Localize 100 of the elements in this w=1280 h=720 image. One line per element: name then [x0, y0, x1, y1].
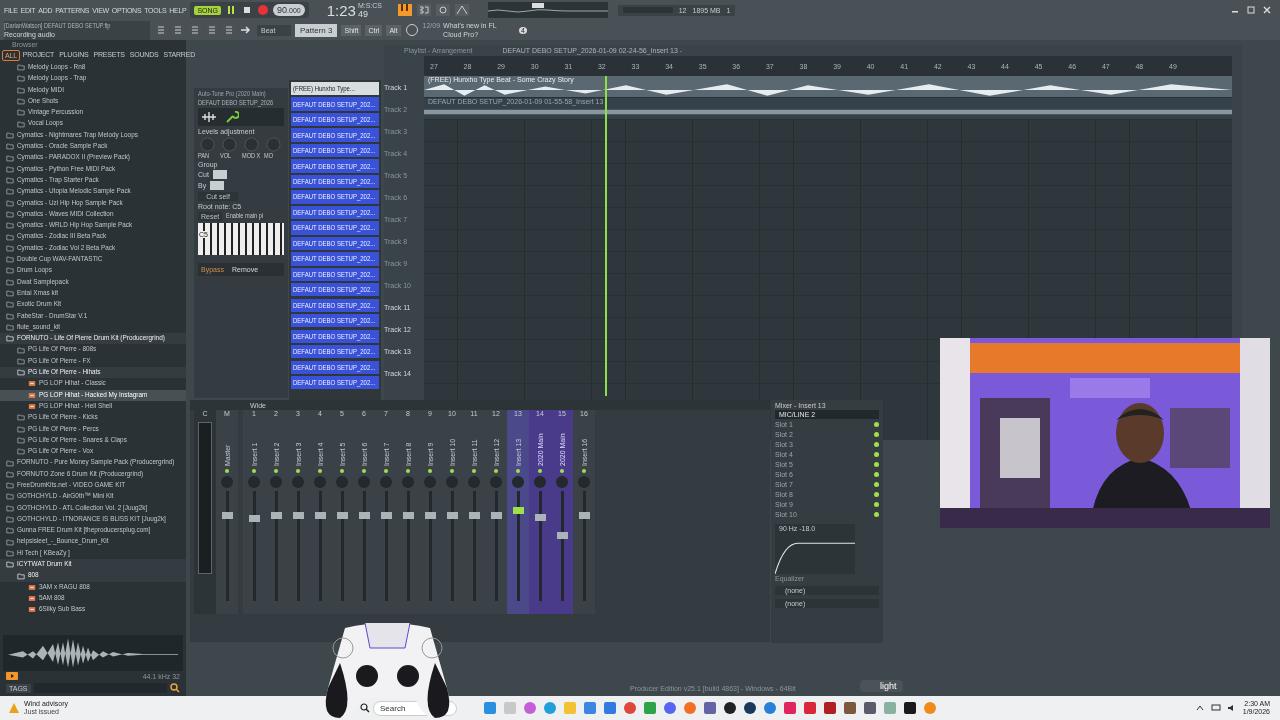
led-indicator[interactable] — [362, 469, 366, 473]
slot-enable-led[interactable] — [874, 432, 879, 437]
folder-item[interactable]: PG Life Of Pierre - Snares & Claps — [28, 434, 127, 444]
pan-knob[interactable] — [512, 476, 524, 488]
led-indicator[interactable] — [406, 469, 410, 473]
folder-item[interactable]: PG Life Of Pierre - Vox — [28, 446, 94, 456]
folder-item[interactable]: FreeDrumKits.net - VIDEO GAME KIT — [17, 480, 126, 489]
folder-item[interactable]: Gunna FREE Drum Kit [theproducersplug.com] — [17, 525, 151, 535]
restore-icon[interactable] — [1246, 5, 1256, 15]
led-indicator[interactable] — [296, 469, 300, 473]
slot-enable-led[interactable] — [874, 492, 879, 497]
pattern-selector[interactable]: Pattern 3 — [295, 23, 338, 37]
sample-item[interactable]: 3AM x RAGU 808 — [39, 581, 90, 591]
folder-item[interactable]: GOTHCHYLD - ATL Collection Vol. 2 [Juug2k] — [17, 502, 148, 512]
folder-item[interactable]: flute_sound_kit — [17, 321, 61, 331]
led-indicator[interactable] — [428, 469, 432, 473]
folder-item[interactable]: Exotic Drum Kit — [17, 299, 62, 309]
folder-item[interactable]: GOTHCHYLD - AirG0th™ Mini Kit — [17, 491, 114, 501]
volume-fader[interactable] — [578, 511, 590, 519]
slot-enable-led[interactable] — [874, 442, 879, 447]
volume-fader[interactable] — [468, 511, 480, 519]
folder-item[interactable]: PG Life Of Pierre - FX — [28, 355, 91, 365]
folder-item[interactable]: Cymatics - Waves MIDI Collection — [17, 208, 114, 218]
sample-item[interactable]: 5AM 808 — [39, 592, 65, 602]
folder-item[interactable]: FabeStar - DrumStar V.1 — [17, 310, 88, 320]
volume-fader[interactable] — [358, 511, 370, 519]
slot-enable-led[interactable] — [874, 452, 879, 457]
folder-item[interactable]: Cymatics - Utopia Melodic Sample Pack — [17, 186, 131, 196]
led-indicator[interactable] — [494, 469, 498, 473]
volume-fader[interactable] — [380, 511, 392, 519]
count-in-icon[interactable] — [415, 3, 432, 17]
folder-item[interactable]: Cymatics - Zodiac III Beta Pack — [17, 231, 107, 241]
folder-item[interactable]: Melody MIDI — [28, 84, 64, 94]
cut-field[interactable] — [212, 170, 227, 179]
led-indicator[interactable] — [318, 469, 322, 473]
sample-item[interactable]: 6Silky Sub Bass — [39, 604, 86, 614]
led-indicator[interactable] — [538, 469, 542, 473]
slot-enable-led[interactable] — [874, 512, 879, 517]
led-indicator[interactable] — [225, 469, 229, 473]
folder-item[interactable]: Cymatics - PARADOX II (Preview Pack) — [17, 152, 130, 162]
folder-item[interactable]: Cymatics - Python Free MIDI Pack — [17, 163, 116, 173]
volume-fader[interactable] — [490, 511, 502, 519]
slot-enable-led[interactable] — [874, 502, 879, 507]
folder-item[interactable]: PG Life Of Pierre - Percs — [28, 423, 99, 433]
volume-fader[interactable] — [221, 511, 233, 519]
folder-item[interactable]: Dwat Samplepack — [17, 276, 69, 286]
folder-item[interactable]: Cymatics - Oracle Sample Pack — [17, 141, 108, 151]
folder-item[interactable]: 808 — [28, 570, 39, 580]
folder-item[interactable]: Vocal Loops — [28, 118, 63, 128]
slot-enable-led[interactable] — [874, 462, 879, 467]
volume-fader[interactable] — [446, 511, 458, 519]
volume-fader[interactable] — [292, 511, 304, 519]
slot-enable-led[interactable] — [874, 482, 879, 487]
folder-item[interactable]: PG Life Of Pierre - Kicks — [28, 412, 98, 422]
led-indicator[interactable] — [274, 469, 278, 473]
folder-item[interactable]: helpsisleet_-_Bounce_Drum_Kit — [17, 536, 109, 546]
warning-icon[interactable] — [8, 702, 20, 714]
led-indicator[interactable] — [450, 469, 454, 473]
folder-item[interactable]: One Shots — [28, 95, 59, 105]
folder-item[interactable]: FORNUTO - Pure Money Sample Pack (Producergrind) — [17, 457, 175, 467]
folder-item[interactable]: FORNUTO Zone 6 Drum Kit (Producergrind) — [17, 468, 144, 478]
metronome-icon[interactable] — [453, 3, 470, 17]
led-indicator[interactable] — [560, 469, 564, 473]
sample-item[interactable]: PG LOP Hihat - Hell Shell — [39, 400, 113, 410]
folder-item[interactable]: Cymatics - Nightmares Trap Melody Loops — [17, 129, 138, 139]
folder-item[interactable]: Cymatics - Trap Starter Pack — [17, 174, 99, 184]
led-indicator[interactable] — [384, 469, 388, 473]
piano-keys-icon[interactable] — [396, 3, 413, 17]
chevron-up-icon[interactable] — [1194, 703, 1205, 713]
led-indicator[interactable] — [582, 469, 586, 473]
loop-record-icon[interactable] — [434, 3, 451, 17]
volume-fader[interactable] — [314, 511, 326, 519]
volume-fader[interactable] — [424, 511, 436, 519]
volume-fader[interactable] — [534, 513, 546, 521]
folder-item[interactable]: GOTHCHYLD - ITNORANCE IS BLISS KIT [Juug2k] — [17, 513, 166, 523]
led-indicator[interactable] — [340, 469, 344, 473]
volume-fader[interactable] — [270, 511, 282, 519]
volume-fader[interactable] — [556, 531, 568, 539]
folder-item[interactable]: Cymatics - WRLD Hip Hop Sample Pack — [17, 220, 133, 230]
search-icon[interactable] — [360, 703, 370, 713]
led-indicator[interactable] — [516, 469, 520, 473]
folder-item[interactable]: Hi Tech [ KBeaZy ] — [17, 547, 70, 557]
volume-fader[interactable] — [248, 515, 260, 522]
preview-play-icon[interactable] — [6, 672, 18, 680]
network-icon[interactable] — [1210, 703, 1221, 713]
volume-fader[interactable] — [336, 511, 348, 519]
volume-fader[interactable] — [512, 507, 524, 515]
sample-item[interactable]: PG LOP Hihat - Classic — [39, 378, 106, 388]
folder-item[interactable]: PG Life Of Pierre - 808s — [28, 344, 97, 354]
folder-item[interactable]: Melody Loops - Trap — [28, 73, 87, 83]
folder-item[interactable]: Drum Loops — [17, 265, 52, 275]
led-indicator[interactable] — [252, 469, 256, 473]
folder-item[interactable]: Cymatics - Zodiac Vol 2 Beta Pack — [17, 242, 116, 252]
by-field[interactable] — [210, 181, 225, 190]
search-icon[interactable] — [170, 683, 180, 693]
folder-item[interactable]: Entai Xmas kit — [17, 287, 58, 297]
waveform-tab-icon[interactable] — [201, 111, 217, 123]
volume-fader[interactable] — [402, 511, 414, 519]
close-icon[interactable] — [1262, 5, 1272, 15]
led-indicator[interactable] — [472, 469, 476, 473]
